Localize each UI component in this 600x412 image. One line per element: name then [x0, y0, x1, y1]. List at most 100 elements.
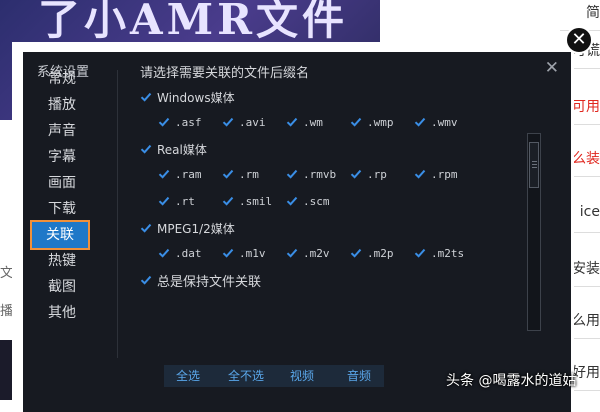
extension-checkbox[interactable]: .rpm	[414, 168, 478, 181]
group-checkbox[interactable]: MPEG1/2媒体	[140, 217, 500, 239]
always-keep-checkbox[interactable]: 总是保持文件关联	[140, 269, 500, 291]
dialog-close-icon[interactable]: ✕	[545, 58, 559, 78]
checkbox-checked-icon[interactable]	[286, 116, 298, 128]
extension-row: .asf .avi .wm .wmp .wmv	[140, 111, 500, 133]
extension-label: .asf	[175, 115, 202, 129]
select-none-button[interactable]: 全不选	[228, 365, 264, 387]
checkbox-checked-icon[interactable]	[414, 116, 426, 128]
association-panel: 请选择需要关联的文件后缀名 Windows媒体 .asf .avi .wm .wmp .wm…	[140, 62, 500, 291]
nav-item[interactable]: 其他	[28, 300, 96, 326]
checkbox-checked-icon[interactable]	[414, 247, 426, 259]
nav-item[interactable]: 常规	[28, 66, 96, 92]
extension-checkbox[interactable]: .rmvb	[286, 168, 350, 181]
select-all-button[interactable]: 全选	[176, 365, 200, 387]
extension-checkbox[interactable]: .m1v	[222, 247, 286, 260]
background-banner-title: 了小AMR文件	[38, 0, 348, 44]
group-checkbox[interactable]: Windows媒体	[140, 86, 500, 108]
checkbox-checked-icon[interactable]	[222, 116, 234, 128]
checkbox-checked-icon[interactable]	[158, 168, 170, 180]
extension-label: .wmp	[367, 115, 394, 129]
extension-row: .dat .m1v .m2v .m2p .m2ts	[140, 242, 500, 264]
always-keep-label: 总是保持文件关联	[157, 274, 262, 290]
checkbox-checked-icon[interactable]	[140, 143, 152, 155]
checkbox-checked-icon[interactable]	[140, 91, 152, 103]
extension-checkbox[interactable]: .scm	[286, 195, 350, 208]
nav-item[interactable]: 播放	[28, 92, 96, 118]
association-prompt: 请选择需要关联的文件后缀名	[140, 66, 310, 81]
extension-checkbox[interactable]: .m2p	[350, 247, 414, 260]
extension-label: .rp	[367, 167, 387, 181]
extension-checkbox[interactable]: .m2ts	[414, 247, 478, 260]
background-link: ice	[579, 204, 600, 220]
extension-checkbox[interactable]: .rm	[222, 168, 286, 181]
group-label-text: Windows媒体	[157, 90, 235, 105]
checkbox-checked-icon[interactable]	[350, 168, 362, 180]
extension-row: .rt .smil .scm	[140, 190, 500, 212]
background-link: 简	[586, 5, 600, 21]
scrollbar-thumb[interactable]	[529, 142, 539, 188]
extension-label: .avi	[239, 115, 266, 129]
extension-checkbox[interactable]: .wmp	[350, 116, 414, 129]
background-link: 可用	[572, 99, 600, 115]
background-link: 安装	[572, 261, 600, 277]
nav-item[interactable]: 截图	[28, 274, 96, 300]
extension-label: .scm	[303, 194, 330, 208]
checkbox-checked-icon[interactable]	[414, 168, 426, 180]
extension-label: .rmvb	[303, 167, 337, 181]
extension-row: .ram .rm .rmvb .rp .rpm	[140, 163, 500, 185]
extension-label: .m1v	[239, 246, 266, 260]
extension-checkbox[interactable]: .rp	[350, 168, 414, 181]
extension-checkbox[interactable]: .ram	[158, 168, 222, 181]
settings-nav: 常规 播放 声音 字幕 画面 下载 关联 热键 截图 其他	[28, 66, 96, 326]
checkbox-checked-icon[interactable]	[350, 247, 362, 259]
checkbox-checked-icon[interactable]	[222, 247, 234, 259]
nav-item[interactable]: 声音	[28, 118, 96, 144]
extension-checkbox[interactable]: .wm	[286, 116, 350, 129]
overlay-close-icon[interactable]: ✕	[565, 26, 593, 54]
checkbox-checked-icon[interactable]	[158, 195, 170, 207]
extension-checkbox[interactable]: .smil	[222, 195, 286, 208]
audio-button[interactable]: 音频	[347, 365, 371, 387]
checkbox-checked-icon[interactable]	[286, 247, 298, 259]
extension-label: .wm	[303, 115, 323, 129]
group-label-text: Real媒体	[157, 142, 207, 157]
extension-checkbox[interactable]: .rt	[158, 195, 222, 208]
nav-item[interactable]: 画面	[28, 170, 96, 196]
extension-label: .m2p	[367, 246, 394, 260]
checkbox-checked-icon[interactable]	[140, 274, 152, 286]
checkbox-checked-icon[interactable]	[222, 168, 234, 180]
watermark: 头条 @喝露水的道姑	[446, 373, 577, 389]
extension-label: .ram	[175, 167, 202, 181]
checkbox-checked-icon[interactable]	[140, 222, 152, 234]
nav-item[interactable]: 字幕	[28, 144, 96, 170]
background-link: 么装	[572, 151, 600, 167]
extension-label: .m2v	[303, 246, 330, 260]
extension-checkbox[interactable]: .avi	[222, 116, 286, 129]
extension-label: .wmv	[431, 115, 458, 129]
video-button[interactable]: 视频	[290, 365, 314, 387]
nav-divider	[117, 70, 118, 358]
nav-item[interactable]: 热键	[28, 248, 96, 274]
extension-checkbox[interactable]: .dat	[158, 247, 222, 260]
nav-item[interactable]: 关联	[30, 220, 90, 250]
scrollbar-grip	[532, 167, 537, 168]
checkbox-checked-icon[interactable]	[222, 195, 234, 207]
group-checkbox[interactable]: Real媒体	[140, 138, 500, 160]
extension-label: .dat	[175, 246, 202, 260]
nav-item[interactable]: 下载	[28, 196, 96, 222]
checkbox-checked-icon[interactable]	[158, 247, 170, 259]
extension-label: .smil	[239, 194, 273, 208]
scrollbar-grip	[532, 164, 537, 165]
group-label-text: MPEG1/2媒体	[157, 221, 235, 236]
extension-checkbox[interactable]: .m2v	[286, 247, 350, 260]
checkbox-checked-icon[interactable]	[350, 116, 362, 128]
extension-label: .rm	[239, 167, 259, 181]
scrollbar-grip	[532, 161, 537, 162]
background-link: 么用	[572, 313, 600, 329]
checkbox-checked-icon[interactable]	[158, 116, 170, 128]
extension-checkbox[interactable]: .wmv	[414, 116, 478, 129]
checkbox-checked-icon[interactable]	[286, 195, 298, 207]
panel-scrollbar[interactable]	[527, 133, 541, 331]
checkbox-checked-icon[interactable]	[286, 168, 298, 180]
extension-checkbox[interactable]: .asf	[158, 116, 222, 129]
